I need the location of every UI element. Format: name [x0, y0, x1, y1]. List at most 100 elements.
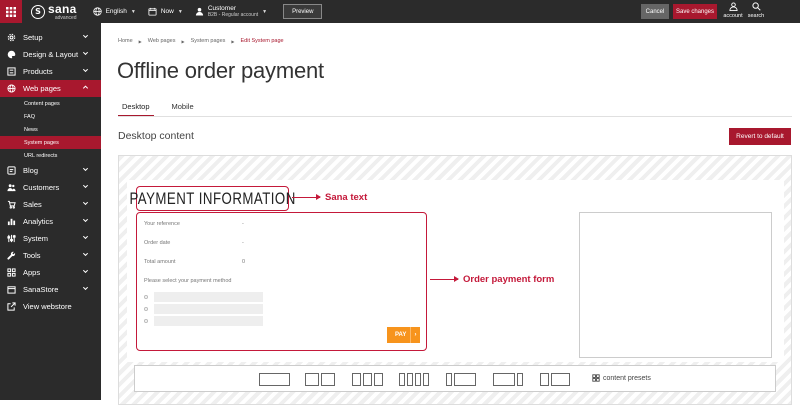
content-presets-button[interactable]: content presets — [592, 374, 651, 382]
sidebar-item-setup[interactable]: Setup — [0, 29, 101, 46]
sidebar-item-products[interactable]: Products — [0, 63, 101, 80]
date-selector[interactable]: Now ▼ — [142, 0, 189, 23]
wrench-icon — [7, 251, 16, 260]
main-content: Home ▶ Web pages ▶ System pages ▶ Edit S… — [101, 23, 800, 405]
logo-name: sana — [48, 1, 77, 16]
sidebar-item-label: Web pages — [23, 84, 61, 93]
cancel-button[interactable]: Cancel — [641, 4, 669, 19]
search-icon — [751, 2, 761, 11]
breadcrumb-web-pages[interactable]: Web pages — [148, 38, 176, 44]
products-icon — [7, 67, 16, 76]
layout-preset-4-columns[interactable] — [399, 373, 429, 386]
sidebar-subitem-system-pages[interactable]: System pages — [0, 136, 101, 149]
tab-divider — [118, 116, 792, 117]
field-value: - — [242, 221, 244, 227]
sidebar-subitem-url-redirects[interactable]: URL redirects — [0, 149, 101, 162]
layout-preset-1-3-columns[interactable] — [446, 373, 476, 386]
tab-desktop[interactable]: Desktop — [118, 102, 154, 117]
layout-preset-3-columns[interactable] — [352, 373, 383, 386]
layout-preset-1-column[interactable] — [259, 373, 290, 386]
breadcrumb: Home ▶ Web pages ▶ System pages ▶ Edit S… — [118, 38, 284, 44]
sidebar-item-view-webstore[interactable]: View webstore — [0, 298, 101, 315]
sidebar-item-design-layout[interactable]: Design & Layout — [0, 46, 101, 63]
sana-logo-icon: S — [31, 4, 45, 19]
layout-preset-1-2-columns[interactable] — [540, 373, 570, 386]
sidebar-item-system[interactable]: System — [0, 230, 101, 247]
payment-method-radio[interactable] — [144, 307, 148, 311]
sidebar-item-label: Apps — [23, 268, 41, 277]
language-selector[interactable]: English ▼ — [87, 0, 142, 23]
chevron-right-icon: ▶ — [231, 38, 235, 44]
search-label: search — [747, 13, 765, 19]
payment-information-heading: PAYMENT INFORMATION — [129, 188, 296, 208]
chevron-down-icon — [82, 201, 89, 206]
sidebar-subitem-faq[interactable]: FAQ — [0, 110, 101, 123]
pay-label: PAY — [395, 332, 407, 338]
chevron-down-icon — [82, 286, 89, 291]
chevron-right-icon: ▶ — [138, 38, 142, 44]
content-presets-bar: content presets — [134, 365, 776, 392]
customer-selector[interactable]: Customer B2B - Regular account ▼ — [189, 0, 273, 23]
chevron-up-icon — [82, 85, 89, 89]
content-canvas: PAYMENT INFORMATION Sana text Your refer… — [118, 155, 792, 405]
sidebar-item-label: Design & Layout — [23, 50, 79, 59]
payment-method-radio[interactable] — [144, 319, 148, 323]
chevron-down-icon — [82, 218, 89, 223]
sidebar-item-apps[interactable]: Apps — [0, 264, 101, 281]
section-title: Desktop content — [118, 130, 194, 142]
sana-text-annotation: Sana text — [292, 192, 367, 203]
content-row[interactable]: PAYMENT INFORMATION Sana text Your refer… — [127, 180, 784, 362]
user-icon — [728, 2, 738, 11]
breadcrumb-home[interactable]: Home — [118, 38, 133, 44]
annotation-label: Order payment form — [463, 274, 555, 285]
app-grid-icon[interactable] — [0, 0, 22, 23]
order-payment-form[interactable]: Your reference - Order date - Total amou… — [136, 212, 427, 351]
sidebar-item-web-pages[interactable]: Web pages — [0, 80, 101, 97]
gear-icon — [7, 33, 16, 42]
account-button[interactable]: account — [722, 2, 744, 22]
sidebar-item-label: Tools — [23, 251, 41, 260]
customer-account: B2B - Regular account — [207, 12, 259, 19]
save-changes-button[interactable]: Save changes — [673, 4, 717, 19]
preview-button[interactable]: Preview — [283, 4, 323, 19]
sana-logo[interactable]: S sana advanced — [31, 3, 77, 21]
chevron-down-icon: ▼ — [130, 8, 136, 15]
tab-mobile[interactable]: Mobile — [168, 102, 198, 117]
chevron-down-icon — [82, 252, 89, 257]
revert-to-default-button[interactable]: Revert to default — [729, 128, 791, 145]
order-payment-form-annotation: Order payment form — [430, 274, 554, 285]
layout-preset-3-1-columns[interactable] — [493, 373, 523, 386]
pay-button[interactable]: PAY › — [387, 327, 420, 343]
blog-icon — [7, 166, 16, 175]
sidebar-item-tools[interactable]: Tools — [0, 247, 101, 264]
field-value: - — [242, 240, 244, 246]
sidebar-subitem-content-pages[interactable]: Content pages — [0, 97, 101, 110]
breadcrumb-current: Edit System page — [240, 38, 284, 44]
payment-method-radio[interactable] — [144, 295, 148, 299]
sidebar-item-sanastore[interactable]: SanaStore — [0, 281, 101, 298]
sidebar-item-label: Sales — [23, 200, 42, 209]
sidebar-item-customers[interactable]: Customers — [0, 179, 101, 196]
sidebar-subitem-news[interactable]: News — [0, 123, 101, 136]
breadcrumb-system-pages[interactable]: System pages — [191, 38, 226, 44]
sidebar-item-label: Products — [23, 67, 53, 76]
chevron-down-icon — [82, 184, 89, 189]
store-icon — [7, 286, 16, 294]
payment-method-placeholder — [154, 316, 263, 326]
sana-text-block[interactable]: PAYMENT INFORMATION — [129, 186, 295, 211]
sidebar-item-blog[interactable]: Blog — [0, 162, 101, 179]
field-label: Total amount — [144, 259, 176, 265]
layout-preset-2-columns[interactable] — [305, 373, 335, 386]
chevron-down-icon — [82, 167, 89, 172]
analytics-icon — [7, 218, 16, 226]
content-presets-label: content presets — [603, 374, 651, 382]
empty-column[interactable] — [579, 212, 772, 358]
chevron-down-icon — [82, 34, 89, 39]
sidebar-item-sales[interactable]: Sales — [0, 196, 101, 213]
annotation-label: Sana text — [325, 192, 368, 203]
arrow-right-icon — [430, 276, 459, 282]
search-button[interactable]: search — [745, 2, 767, 22]
field-label: Your reference — [144, 221, 180, 227]
sidebar-item-label: SanaStore — [23, 285, 59, 294]
sidebar-item-analytics[interactable]: Analytics — [0, 213, 101, 230]
